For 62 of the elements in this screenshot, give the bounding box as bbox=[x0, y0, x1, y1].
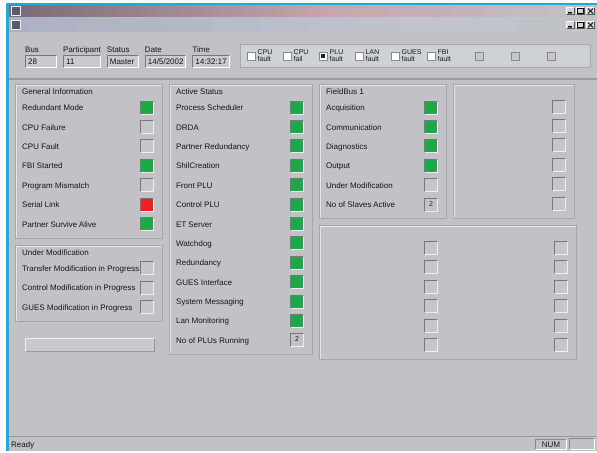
checkbox[interactable] bbox=[426, 52, 436, 60]
indicator-label: Control PLU bbox=[176, 200, 220, 210]
indicator-label: Acquisition bbox=[326, 103, 365, 112]
minimize-button[interactable] bbox=[566, 20, 575, 28]
field-label: Participant bbox=[63, 44, 101, 54]
close-button[interactable] bbox=[586, 7, 595, 15]
indicator-label: Front PLU bbox=[176, 180, 212, 190]
indicator-label: Communication bbox=[326, 122, 382, 132]
close-icon bbox=[587, 22, 594, 28]
indicator-label: ET Server bbox=[176, 220, 212, 229]
group-title: Under Modification bbox=[22, 248, 90, 257]
checkbox[interactable] bbox=[390, 52, 400, 60]
group-title: General Information bbox=[22, 87, 94, 96]
indicator-label: Transfer Modification in Progress bbox=[22, 264, 140, 273]
maximize-icon bbox=[577, 22, 584, 28]
indicator-label: Redundancy bbox=[176, 258, 221, 268]
close-button[interactable] bbox=[586, 20, 595, 28]
indicator-label: Lan Monitoring bbox=[176, 316, 229, 326]
field-label: Date bbox=[144, 44, 163, 54]
group-title: Active Status bbox=[176, 87, 224, 96]
field-label: Status bbox=[106, 44, 130, 54]
indicator-label: Partner Survive Alive bbox=[22, 220, 96, 229]
indicator-label: Control Modification in Progress bbox=[22, 283, 136, 292]
indicator-label: Diagnostics bbox=[326, 142, 368, 151]
status-message: Ready bbox=[11, 440, 36, 448]
field-label: Time bbox=[192, 44, 211, 54]
status-indicator-text: NUM bbox=[534, 438, 567, 450]
field-label: Bus bbox=[25, 44, 40, 54]
indicator-label: Watchdog bbox=[176, 238, 212, 248]
indicator-label: No of Slaves Active bbox=[326, 200, 395, 210]
app-icon bbox=[11, 6, 21, 16]
checkbox[interactable] bbox=[282, 52, 292, 60]
indicator-label: DRDA bbox=[176, 122, 199, 132]
checkbox[interactable] bbox=[246, 52, 256, 60]
indicator-label: CPU Fault bbox=[22, 142, 59, 151]
maximize-icon bbox=[577, 8, 584, 14]
indicator-label: ShilCreation bbox=[176, 161, 220, 170]
field-value: 11 bbox=[63, 54, 101, 68]
checkbox[interactable] bbox=[354, 52, 364, 60]
indicator-label: No of PLUs Running bbox=[176, 336, 249, 345]
indicator-label: Program Mismatch bbox=[22, 180, 90, 190]
field-value: Master bbox=[106, 54, 139, 68]
indicator-label: Output bbox=[326, 161, 350, 170]
close-icon bbox=[587, 8, 594, 14]
indicator-label: GUES Modification in Progress bbox=[22, 302, 132, 312]
indicator-label: Under Modification bbox=[326, 180, 393, 190]
indicator-label: Serial Link bbox=[22, 200, 60, 210]
indicator-label: System Messaging bbox=[176, 297, 244, 306]
indicator-label: GUES Interface bbox=[176, 278, 232, 287]
document-icon bbox=[11, 20, 21, 30]
indicator-label: CPU Failure bbox=[22, 122, 66, 132]
status-pane bbox=[569, 438, 595, 450]
field-value: 28 bbox=[25, 54, 57, 68]
checkbox[interactable] bbox=[318, 52, 328, 60]
indicator-label: Process Scheduler bbox=[176, 103, 244, 112]
indicator-label: Partner Redundancy bbox=[176, 142, 250, 151]
group-title: FieldBus 1 bbox=[326, 87, 365, 96]
field-value: 14:32:17 bbox=[192, 54, 230, 68]
indicator-label: Redundant Mode bbox=[22, 103, 84, 112]
field-value: 14/5/2002 bbox=[144, 54, 186, 68]
indicator-label: FBI Started bbox=[22, 161, 62, 170]
minimize-button[interactable] bbox=[566, 7, 575, 15]
